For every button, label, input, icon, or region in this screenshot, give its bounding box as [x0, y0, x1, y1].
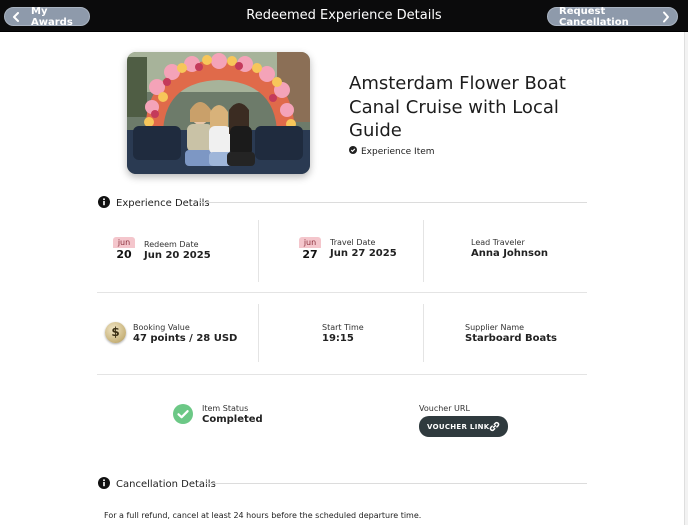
lead-traveler-label: Lead Traveler [471, 238, 525, 247]
calendar-month: jun [299, 237, 321, 248]
voucher-url-label: Voucher URL [419, 404, 470, 413]
request-cancellation-label: Request Cancellation [559, 5, 629, 28]
divider [258, 304, 259, 362]
title-line: Canal Cruise with Local [349, 96, 559, 118]
divider [258, 220, 259, 282]
cancellation-details-heading: Cancellation Details [98, 477, 216, 492]
travel-date-label: Travel Date [330, 238, 376, 247]
divider [199, 202, 587, 203]
dollar-coin-icon: $ [105, 322, 126, 343]
section-title: Experience Details [116, 198, 210, 209]
divider [423, 220, 424, 282]
experience-details-heading: Experience Details [98, 196, 210, 211]
lead-traveler-value: Anna Johnson [471, 248, 548, 259]
divider [206, 483, 587, 484]
voucher-link-label: VOUCHER LINK [427, 422, 490, 431]
start-time-value: 19:15 [322, 333, 354, 344]
redeem-calendar-icon: jun 20 [113, 237, 135, 262]
request-cancellation-button[interactable]: Request Cancellation [547, 5, 678, 28]
calendar-day: 27 [299, 248, 321, 262]
check-badge-icon [349, 146, 357, 157]
supplier-name-value: Starboard Boats [465, 333, 557, 344]
experience-title: Amsterdam Flower Boat Canal Cruise with … [349, 72, 589, 143]
supplier-name-label: Supplier Name [465, 323, 525, 332]
top-bar: My Awards Redeemed Experience Details Re… [0, 0, 688, 32]
item-status-label: Item Status [202, 404, 249, 413]
travel-calendar-icon: jun 27 [299, 237, 321, 262]
item-status-value: Completed [202, 414, 263, 425]
divider [423, 304, 424, 362]
divider [97, 292, 587, 293]
divider [97, 374, 587, 375]
scrollbar-track[interactable] [684, 32, 688, 525]
voucher-link-button[interactable]: VOUCHER LINK [419, 416, 508, 437]
item-type-label: Experience Item [361, 146, 435, 157]
calendar-day: 20 [113, 248, 135, 262]
title-line: Amsterdam Flower Boat [349, 73, 566, 94]
redeem-date-value: Jun 20 2025 [144, 250, 211, 261]
check-circle-icon [173, 404, 193, 424]
chevron-right-icon [662, 11, 670, 23]
redeem-date-label: Redeem Date [144, 240, 199, 249]
start-time-label: Start Time [322, 323, 364, 332]
calendar-month: jun [113, 237, 135, 248]
title-line: Guide [349, 120, 402, 141]
travel-date-value: Jun 27 2025 [330, 248, 397, 259]
item-type-badge: Experience Item [349, 146, 435, 157]
link-icon [489, 421, 500, 434]
booking-value: 47 points / 28 USD [133, 333, 238, 344]
info-icon [98, 477, 110, 492]
section-title: Cancellation Details [116, 479, 216, 490]
booking-value-label: Booking Value [133, 323, 190, 332]
cancellation-note: For a full refund, cancel at least 24 ho… [104, 511, 422, 520]
info-icon [98, 196, 110, 211]
experience-photo [127, 52, 310, 174]
